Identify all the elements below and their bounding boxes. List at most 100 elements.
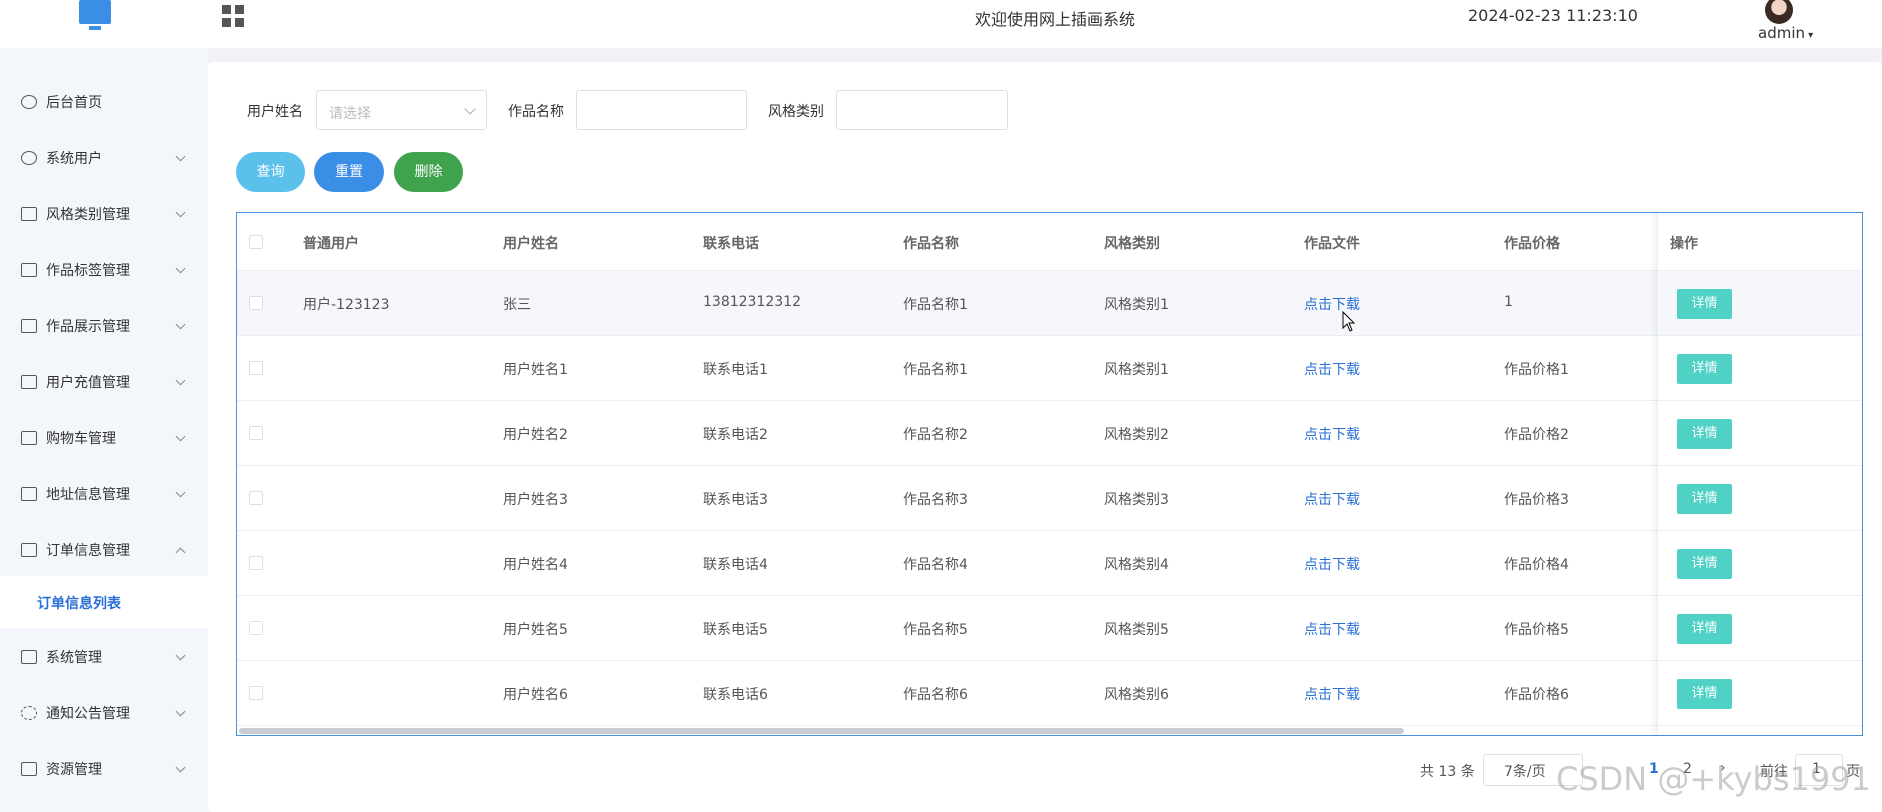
cell-style: 风格类别1 bbox=[1104, 362, 1169, 378]
cell-price: 作品价格1 bbox=[1504, 362, 1569, 378]
loading-spark-icon bbox=[21, 706, 37, 720]
cell-work: 作品名称6 bbox=[903, 687, 968, 703]
table-row[interactable]: 用户姓名1 联系电话1 作品名称1 风格类别1 点击下载 作品价格1 bbox=[237, 336, 1862, 401]
sidebar-subitem-order-list[interactable]: 订单信息列表 bbox=[0, 576, 208, 628]
cell-style: 风格类别3 bbox=[1104, 492, 1169, 508]
style-input[interactable] bbox=[836, 90, 1008, 130]
sidebar-item-notices[interactable]: 通知公告管理 bbox=[0, 685, 208, 741]
sidebar-item-label: 作品标签管理 bbox=[46, 263, 130, 279]
table-row[interactable]: 用户姓名5 联系电话5 作品名称5 风格类别5 点击下载 作品价格5 bbox=[237, 596, 1862, 661]
user-menu[interactable]: admin ▾ bbox=[1758, 24, 1813, 42]
detail-button[interactable]: 详情 bbox=[1677, 419, 1732, 449]
download-link[interactable]: 点击下载 bbox=[1304, 554, 1360, 574]
row-checkbox[interactable] bbox=[249, 296, 263, 310]
download-link[interactable]: 点击下载 bbox=[1304, 359, 1360, 379]
cell-user: 用户-123123 bbox=[303, 297, 390, 313]
sidebar-item-label: 系统管理 bbox=[46, 650, 102, 666]
sidebar-item-system-users[interactable]: 系统用户 bbox=[0, 130, 208, 186]
row-checkbox[interactable] bbox=[249, 426, 263, 440]
chevron-down-icon bbox=[175, 263, 186, 273]
sidebar-item-system-manage[interactable]: 系统管理 bbox=[0, 629, 208, 685]
horizontal-scrollbar[interactable] bbox=[239, 728, 1404, 734]
column-header: 作品价格 bbox=[1504, 236, 1560, 252]
download-link[interactable]: 点击下载 bbox=[1304, 619, 1360, 639]
column-header: 用户姓名 bbox=[503, 236, 559, 252]
document-icon bbox=[21, 487, 37, 501]
sidebar-subitem-label: 订单信息列表 bbox=[37, 596, 121, 612]
download-link[interactable]: 点击下载 bbox=[1304, 424, 1360, 444]
column-header: 作品名称 bbox=[903, 236, 959, 252]
sidebar-item-work-display[interactable]: 作品展示管理 bbox=[0, 298, 208, 354]
document-icon bbox=[21, 543, 37, 557]
cell-price: 1 bbox=[1504, 294, 1513, 310]
download-link[interactable]: 点击下载 bbox=[1304, 684, 1360, 704]
detail-button[interactable]: 详情 bbox=[1677, 549, 1732, 579]
table-row[interactable]: 用户姓名4 联系电话4 作品名称4 风格类别4 点击下载 作品价格4 bbox=[237, 531, 1862, 596]
cell-name: 用户姓名1 bbox=[503, 362, 568, 378]
cell-style: 风格类别5 bbox=[1104, 622, 1169, 638]
cell-price: 作品价格3 bbox=[1504, 492, 1569, 508]
sidebar-item-label: 通知公告管理 bbox=[46, 706, 130, 722]
row-checkbox[interactable] bbox=[249, 491, 263, 505]
sidebar-item-cart[interactable]: 购物车管理 bbox=[0, 410, 208, 466]
delete-button[interactable]: 删除 bbox=[394, 152, 463, 192]
watermark: CSDN @+kybs1991 bbox=[1556, 760, 1871, 798]
sidebar-item-work-tags[interactable]: 作品标签管理 bbox=[0, 242, 208, 298]
sidebar-item-resources[interactable]: 资源管理 bbox=[0, 741, 208, 797]
user-name-select[interactable]: 请选择 bbox=[316, 90, 487, 130]
table-header: 普通用户 用户姓名 联系电话 作品名称 风格类别 作品文件 作品价格 操作 bbox=[237, 213, 1862, 271]
cell-name: 用户姓名3 bbox=[503, 492, 568, 508]
pie-chart-icon bbox=[21, 95, 37, 109]
row-checkbox[interactable] bbox=[249, 361, 263, 375]
row-checkbox[interactable] bbox=[249, 556, 263, 570]
cell-style: 风格类别2 bbox=[1104, 427, 1169, 443]
sidebar-item-style-category[interactable]: 风格类别管理 bbox=[0, 186, 208, 242]
sidebar-item-user-recharge[interactable]: 用户充值管理 bbox=[0, 354, 208, 410]
cell-name: 张三 bbox=[503, 297, 531, 313]
cell-phone: 联系电话6 bbox=[703, 687, 768, 703]
query-button[interactable]: 查询 bbox=[236, 152, 305, 192]
table-row[interactable]: 用户姓名6 联系电话6 作品名称6 风格类别6 点击下载 作品价格6 bbox=[237, 661, 1862, 726]
document-icon bbox=[21, 431, 37, 445]
table-row[interactable]: 用户姓名2 联系电话2 作品名称2 风格类别2 点击下载 作品价格2 bbox=[237, 401, 1862, 466]
cell-price: 作品价格2 bbox=[1504, 427, 1569, 443]
work-name-filter-label: 作品名称 bbox=[508, 104, 564, 120]
chevron-down-icon bbox=[175, 762, 186, 772]
cell-phone: 联系电话3 bbox=[703, 492, 768, 508]
row-checkbox[interactable] bbox=[249, 621, 263, 635]
download-link[interactable]: 点击下载 bbox=[1304, 489, 1360, 509]
detail-button[interactable]: 详情 bbox=[1677, 354, 1732, 384]
detail-button[interactable]: 详情 bbox=[1677, 679, 1732, 709]
detail-button[interactable]: 详情 bbox=[1677, 289, 1732, 319]
select-all-checkbox[interactable] bbox=[249, 235, 263, 249]
datetime-display: 2024-02-23 11:23:10 bbox=[1468, 6, 1638, 25]
cell-price: 作品价格4 bbox=[1504, 557, 1569, 573]
row-checkbox[interactable] bbox=[249, 686, 263, 700]
cell-price: 作品价格6 bbox=[1504, 687, 1569, 703]
table-row[interactable]: 用户姓名3 联系电话3 作品名称3 风格类别3 点击下载 作品价格3 bbox=[237, 466, 1862, 531]
chevron-down-icon: ▾ bbox=[1805, 30, 1814, 41]
avatar[interactable] bbox=[1765, 0, 1793, 24]
chevron-down-icon bbox=[175, 431, 186, 441]
table-row[interactable]: 用户-123123 张三 13812312312 作品名称1 风格类别1 点击下… bbox=[237, 271, 1862, 336]
cell-name: 用户姓名4 bbox=[503, 557, 568, 573]
cell-style: 风格类别4 bbox=[1104, 557, 1169, 573]
chevron-down-icon bbox=[175, 207, 186, 217]
detail-button[interactable]: 详情 bbox=[1677, 484, 1732, 514]
sidebar-item-address[interactable]: 地址信息管理 bbox=[0, 466, 208, 522]
cell-work: 作品名称3 bbox=[903, 492, 968, 508]
column-header: 联系电话 bbox=[703, 236, 759, 252]
work-name-input[interactable] bbox=[576, 90, 747, 130]
cell-price: 作品价格5 bbox=[1504, 622, 1569, 638]
sidebar-item-label: 订单信息管理 bbox=[46, 543, 130, 559]
apps-grid-icon[interactable] bbox=[222, 5, 244, 27]
chevron-down-icon bbox=[175, 375, 186, 385]
cell-work: 作品名称1 bbox=[903, 297, 968, 313]
sidebar-item-orders[interactable]: 订单信息管理 bbox=[0, 522, 208, 578]
user-icon bbox=[21, 151, 37, 165]
sidebar-item-dashboard[interactable]: 后台首页 bbox=[0, 74, 208, 130]
sidebar-item-label: 作品展示管理 bbox=[46, 319, 130, 335]
detail-button[interactable]: 详情 bbox=[1677, 614, 1732, 644]
reset-button[interactable]: 重置 bbox=[314, 152, 384, 192]
chevron-down-icon bbox=[175, 487, 186, 497]
